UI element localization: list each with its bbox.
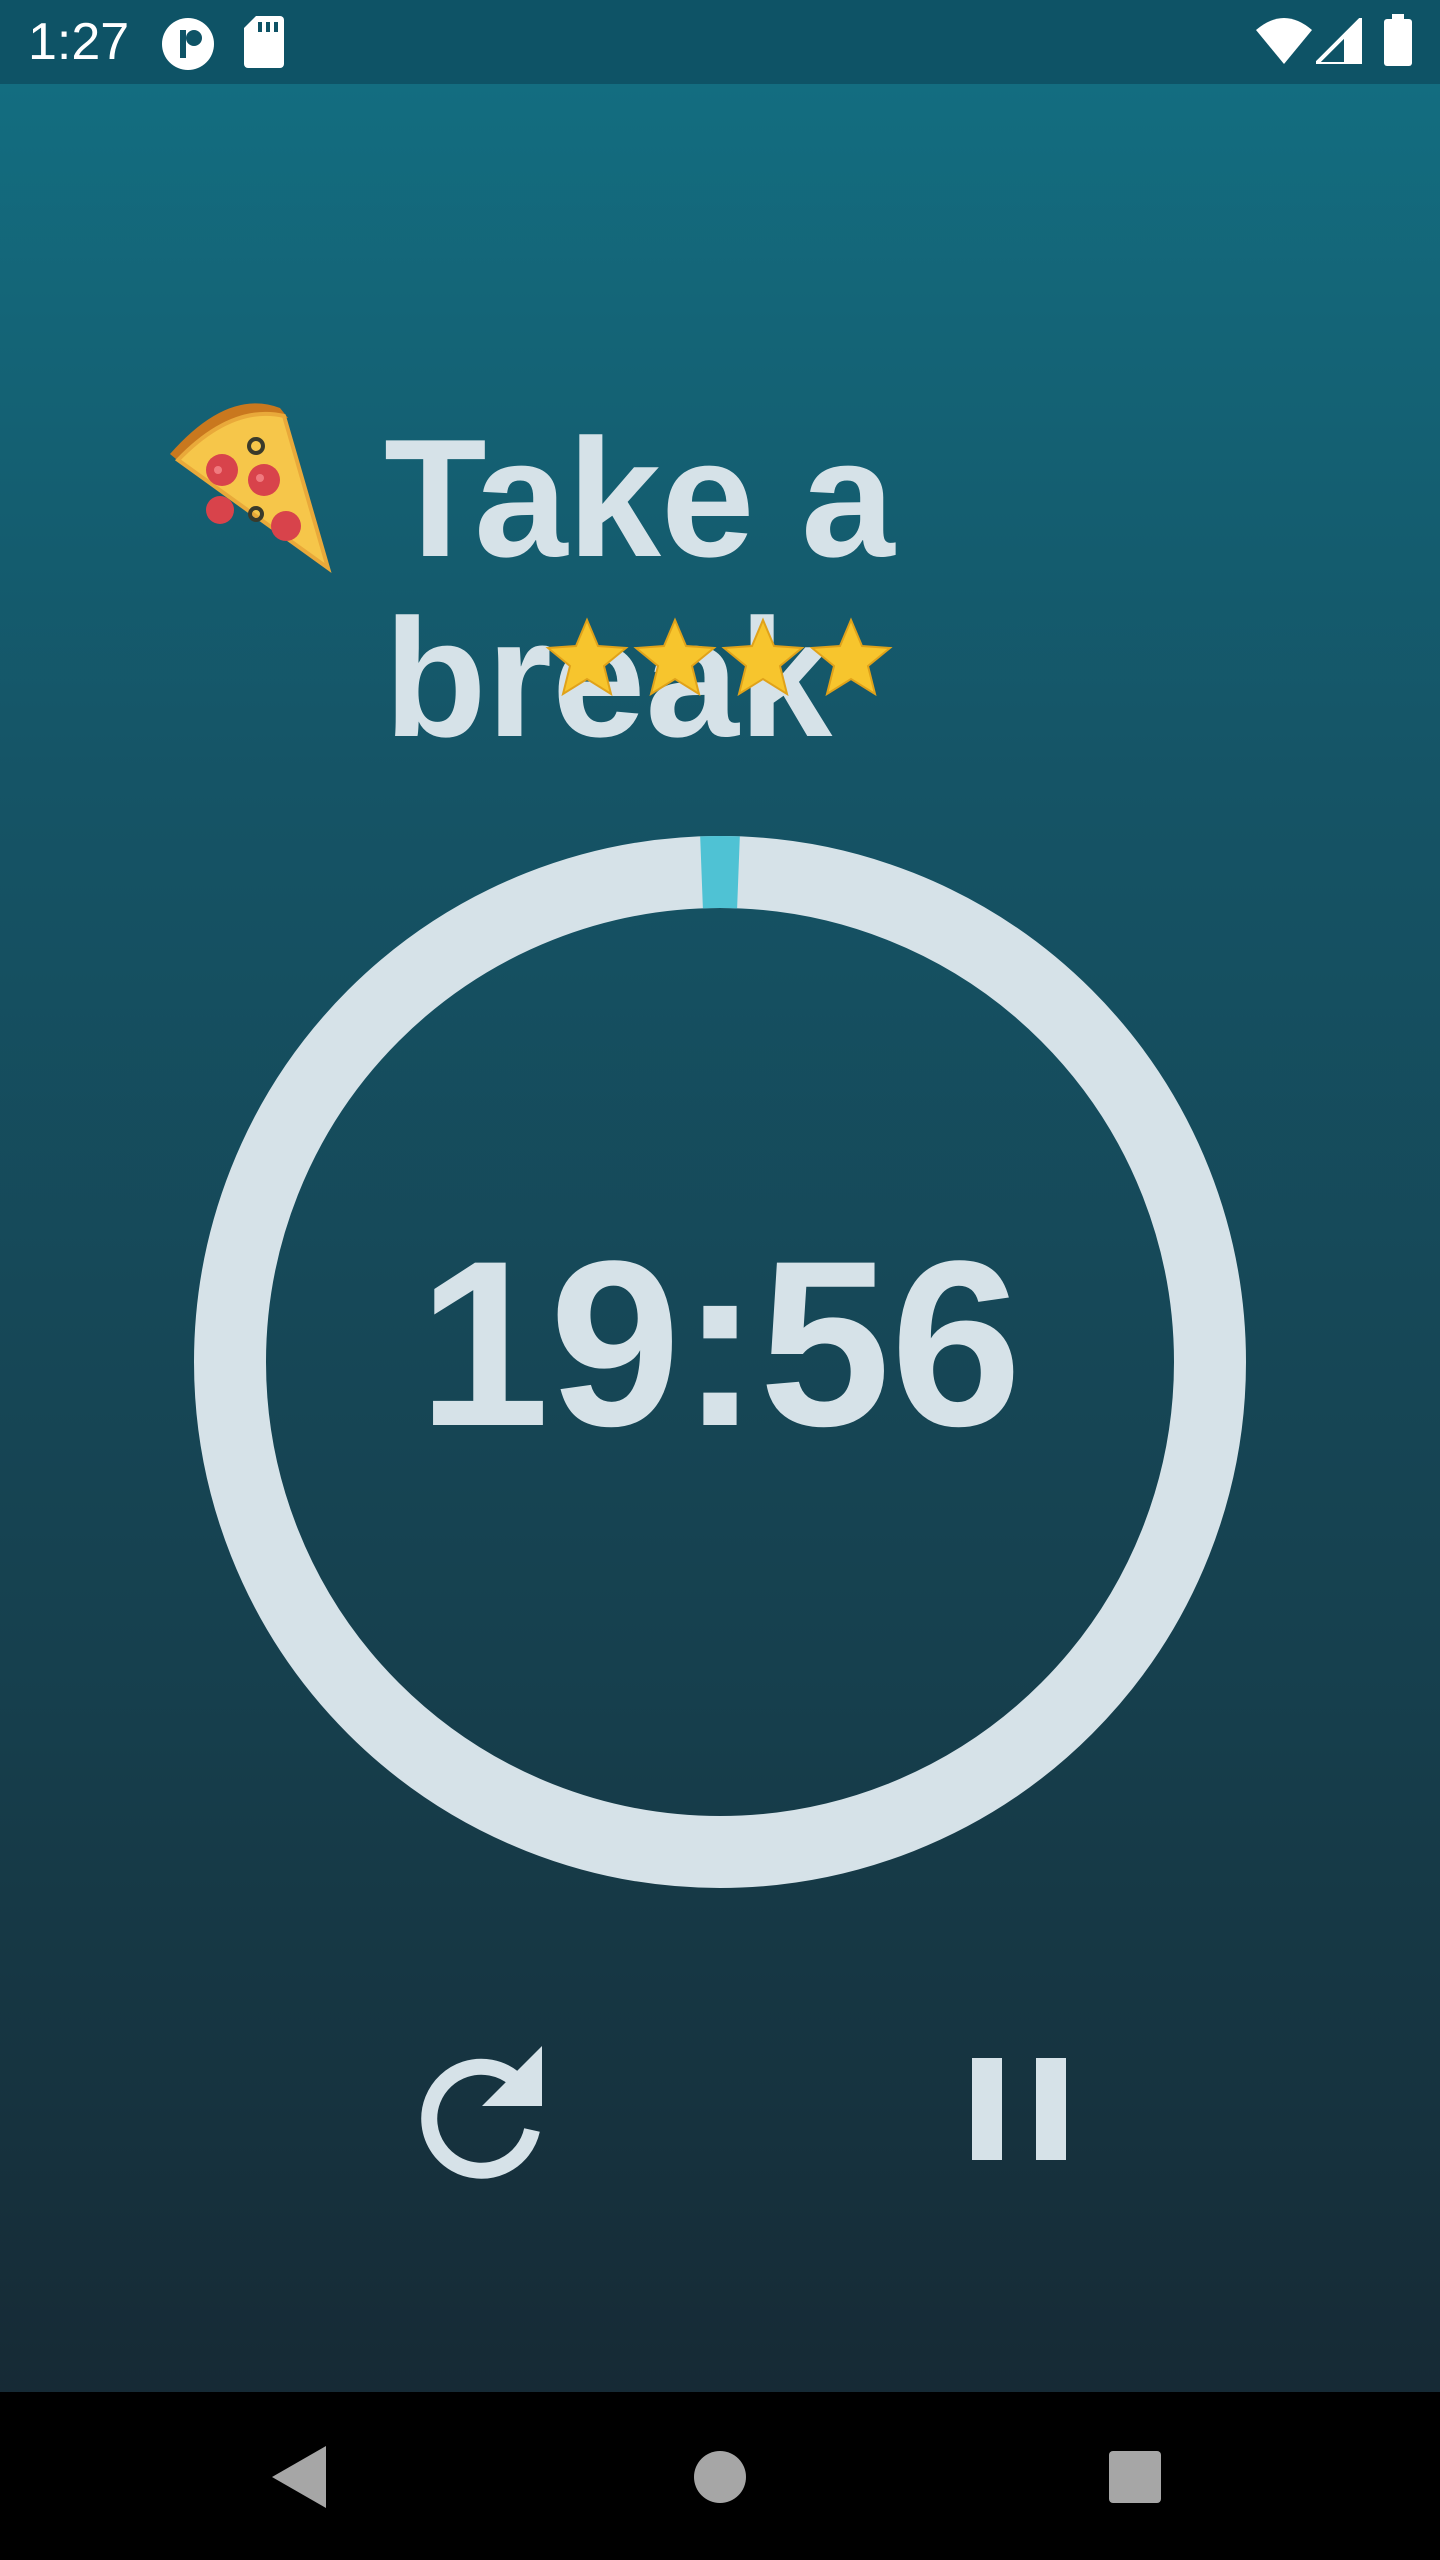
cell-signal-icon <box>1316 18 1362 64</box>
home-icon[interactable] <box>675 2432 765 2522</box>
star-icon <box>809 617 893 697</box>
header: Take a break <box>0 314 1440 768</box>
star-icon <box>721 617 805 697</box>
back-icon[interactable] <box>256 2432 346 2522</box>
rating-stars <box>544 616 896 702</box>
page-title: Take a break <box>384 404 895 772</box>
status-time: 1:27 <box>28 13 130 71</box>
recents-icon[interactable] <box>1090 2432 1180 2522</box>
timer-display: 19:56 <box>418 1212 1022 1476</box>
pause-icon <box>972 2058 1066 2160</box>
pizza-icon <box>170 403 332 574</box>
status-bar: 1:27 <box>0 0 1440 84</box>
star-icon <box>545 617 629 697</box>
star-icon <box>633 617 717 697</box>
refresh-icon <box>421 2046 542 2179</box>
pause-button[interactable] <box>944 2034 1094 2184</box>
app-badge-icon <box>162 18 214 70</box>
reset-button[interactable] <box>410 2034 560 2184</box>
timer-screen: Take a break 19:56 <box>0 84 1440 2392</box>
sd-card-icon <box>244 16 284 68</box>
battery-icon <box>1384 14 1412 66</box>
wifi-icon <box>1256 18 1312 64</box>
navigation-bar <box>0 2392 1440 2560</box>
